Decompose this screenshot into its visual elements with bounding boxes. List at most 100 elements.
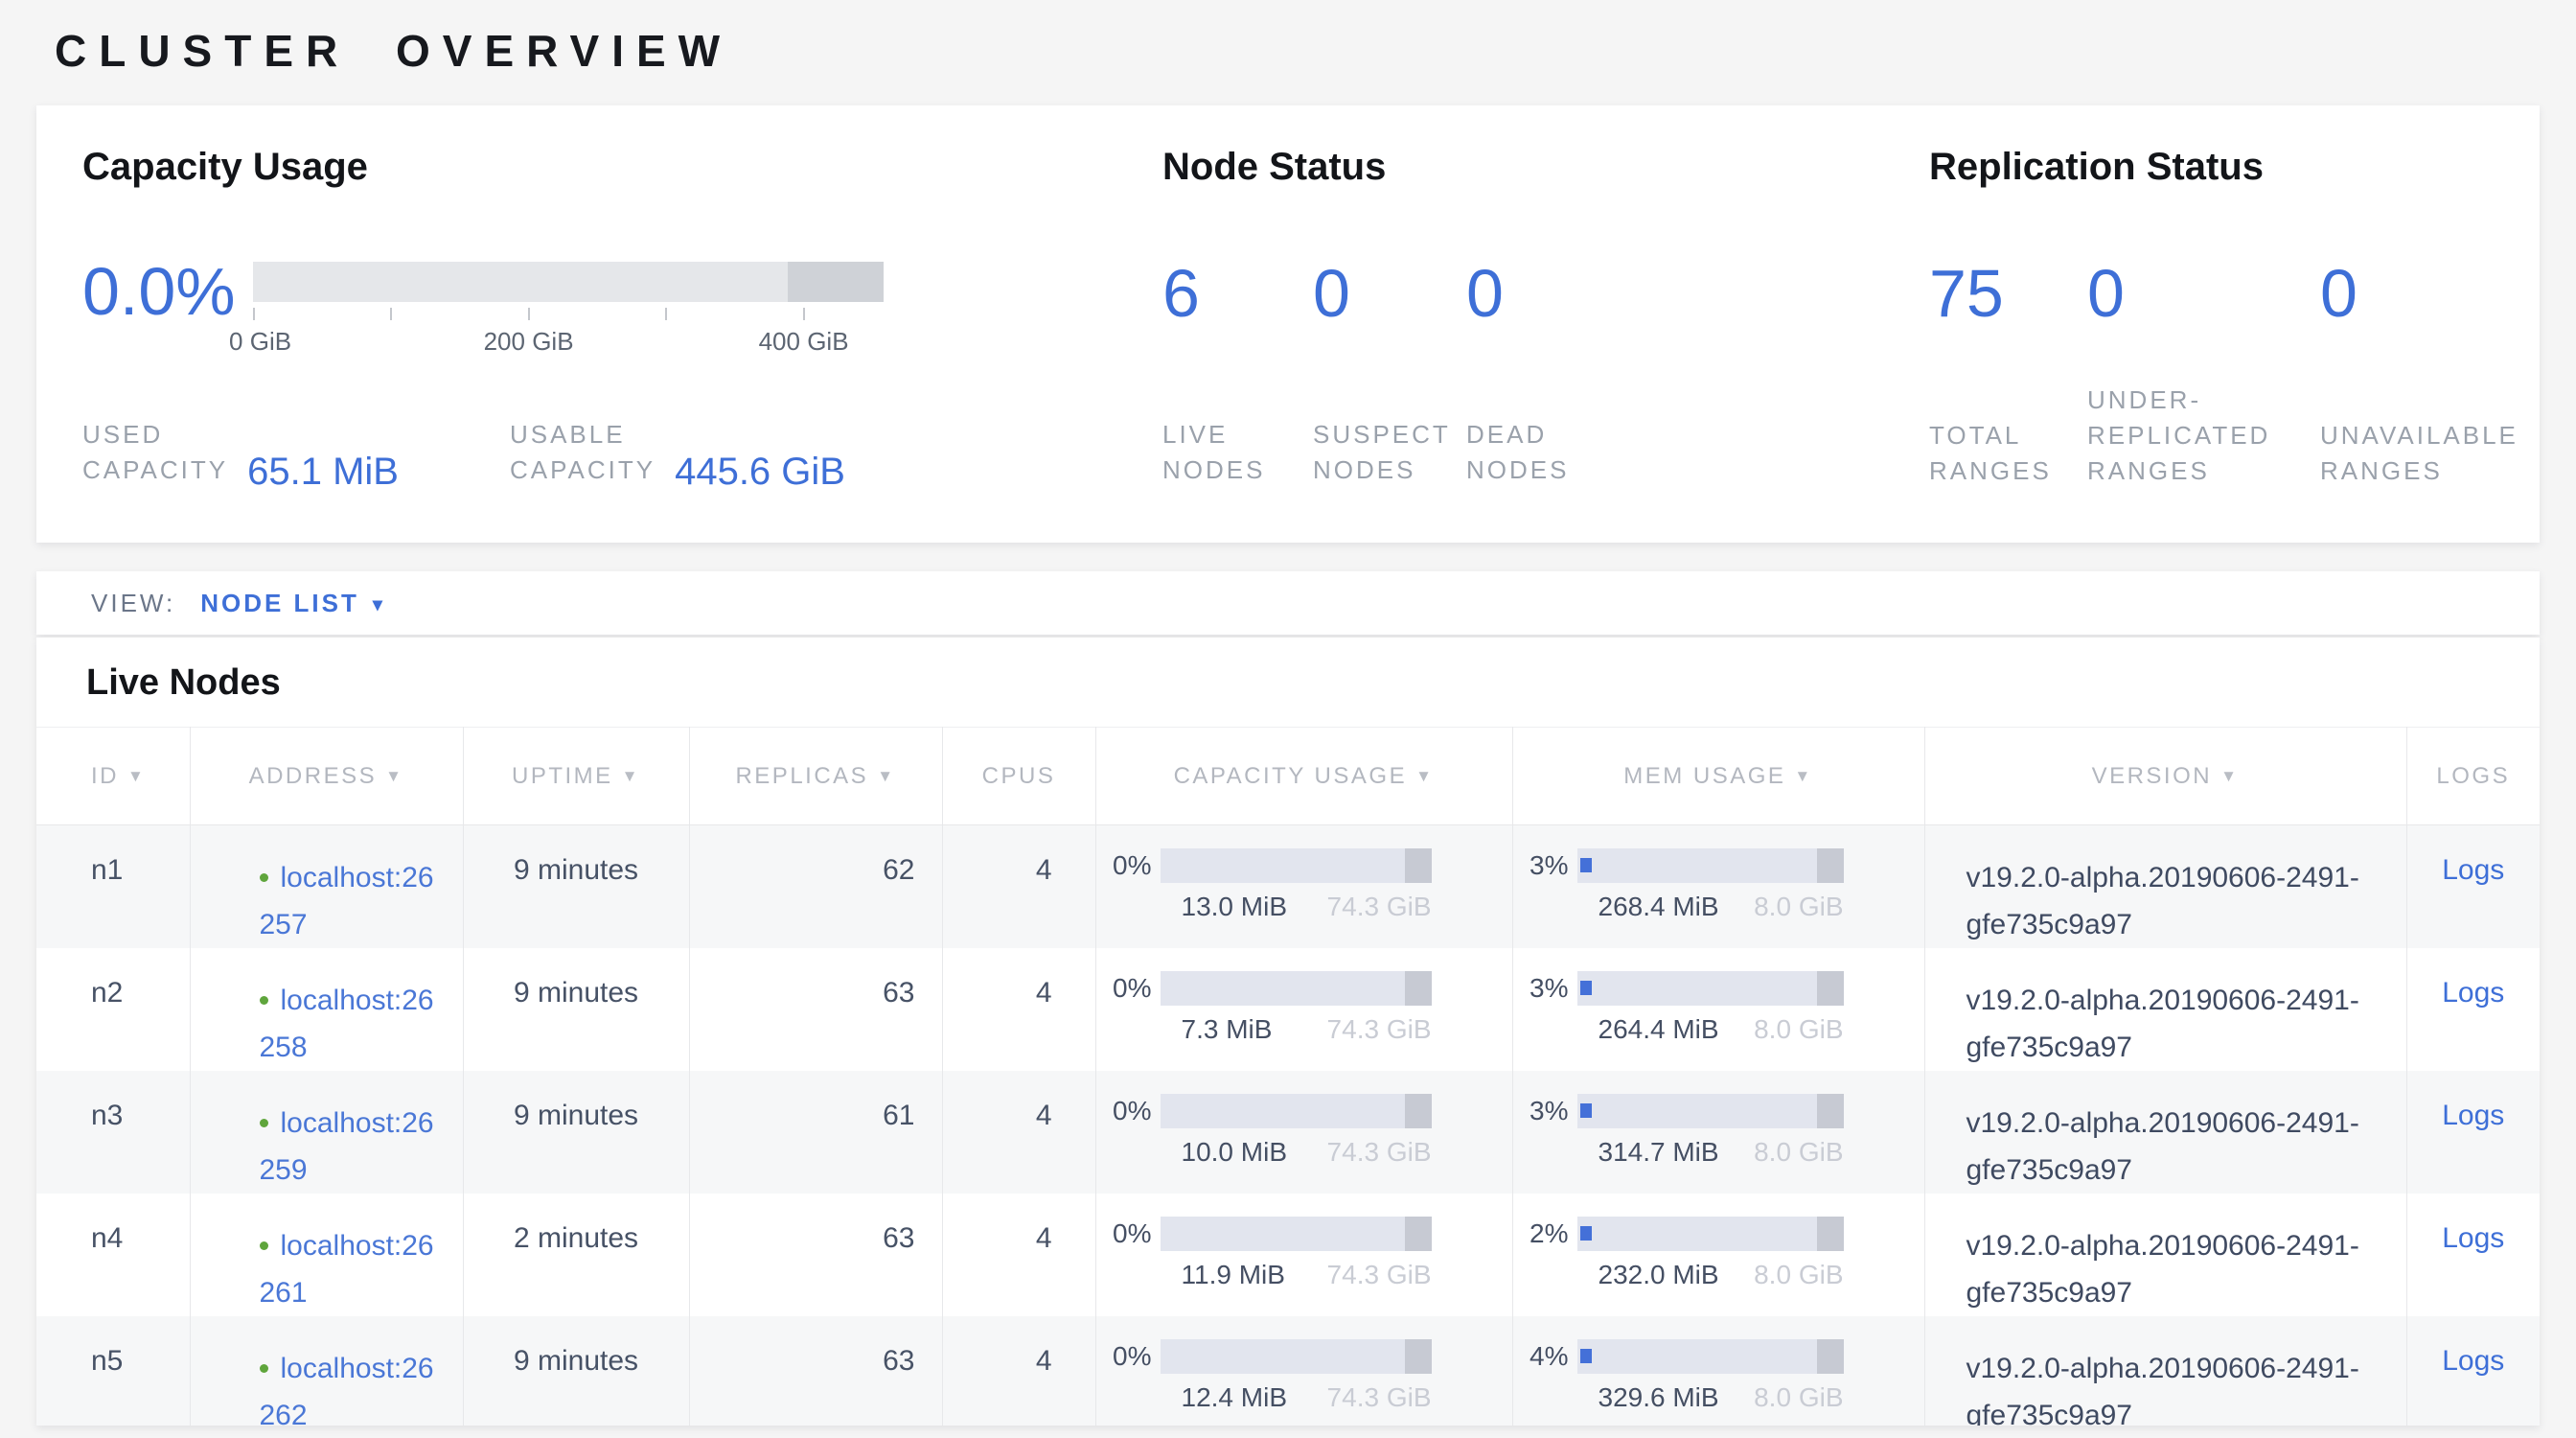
- usable-capacity-label: USABLE CAPACITY: [510, 417, 656, 488]
- node-address-link[interactable]: localhost:26258: [260, 985, 434, 1063]
- table-row: n5 localhost:26262 9 minutes 63 4 0% 12.…: [36, 1316, 2540, 1426]
- mem-usage-bar: [1577, 848, 1844, 883]
- capacity-usage-bar: [1161, 848, 1432, 883]
- node-address-cell: localhost:26258: [190, 948, 463, 1071]
- chevron-down-icon: ▾: [373, 592, 385, 616]
- replicas-cell: 61: [689, 1071, 942, 1194]
- capacity-usage-cell: 0% 13.0 MiB 74.3 GiB: [1095, 825, 1512, 949]
- mem-usage-cell: 4% 329.6 MiB 8.0 GiB: [1512, 1316, 1924, 1426]
- sort-arrow-icon: ▼: [2220, 767, 2239, 785]
- sort-arrow-icon: ▼: [877, 767, 895, 785]
- capacity-usage-cell: 0% 12.4 MiB74.3 GiB: [1095, 1316, 1512, 1426]
- cluster-overview-page: CLUSTER OVERVIEW Capacity Usage 0.0% 0 G…: [0, 25, 2576, 1438]
- node-address-link[interactable]: localhost:26262: [260, 1353, 434, 1426]
- mem-percent: 4%: [1513, 1341, 1569, 1372]
- replication-status-section: Replication Status 75 0 0 TOTALRANGES UN…: [1929, 105, 2533, 543]
- column-header-version[interactable]: VERSION▼: [1924, 728, 2406, 825]
- mem-usage-bar: [1577, 1217, 1844, 1251]
- column-header-address[interactable]: ADDRESS▼: [190, 728, 463, 825]
- mem-total: 8.0 GiB: [1754, 1382, 1843, 1413]
- sort-arrow-icon: ▼: [622, 767, 640, 785]
- version-cell: v19.2.0-alpha.20190606-2491-gfe735c9a97: [1924, 1316, 2406, 1426]
- node-address-cell: localhost:26262: [190, 1316, 463, 1426]
- logs-link[interactable]: Logs: [2442, 1345, 2504, 1377]
- usable-capacity-stat: USABLE CAPACITY 445.6 GiB: [510, 417, 845, 488]
- usable-capacity-value: 445.6 GiB: [675, 452, 845, 491]
- node-address-link[interactable]: localhost:26259: [260, 1107, 434, 1186]
- logs-link[interactable]: Logs: [2442, 977, 2504, 1009]
- column-header-uptime[interactable]: UPTIME▼: [463, 728, 689, 825]
- mem-usage-cell: 2% 232.0 MiB8.0 GiB: [1512, 1194, 1924, 1316]
- capacity-usage-cell: 0% 7.3 MiB74.3 GiB: [1095, 948, 1512, 1071]
- node-live-icon: [260, 996, 268, 1005]
- under-replicated-ranges-count: 0: [2087, 250, 2320, 336]
- column-header-capacity-usage[interactable]: CAPACITY USAGE▼: [1095, 728, 1512, 825]
- logs-link[interactable]: Logs: [2442, 1222, 2504, 1254]
- node-address-cell: localhost:26261: [190, 1194, 463, 1316]
- capacity-bar-used-segment: [788, 262, 884, 302]
- mem-total: 8.0 GiB: [1754, 892, 1843, 922]
- capacity-total: 74.3 GiB: [1327, 892, 1432, 922]
- logs-link[interactable]: Logs: [2442, 1100, 2504, 1131]
- node-address-link[interactable]: localhost:26257: [260, 862, 434, 940]
- capacity-usage-bar: [1161, 971, 1432, 1006]
- table-row: n2 localhost:26258 9 minutes 63 4 0% 7.3…: [36, 948, 2540, 1071]
- version-cell: v19.2.0-alpha.20190606-2491-gfe735c9a97: [1924, 1194, 2406, 1316]
- table-row: n1 localhost:26257 9 minutes 62 4 0% 13.…: [36, 825, 2540, 949]
- view-dropdown-value: NODE LIST: [200, 589, 359, 618]
- version-cell: v19.2.0-alpha.20190606-2491-gfe735c9a97: [1924, 825, 2406, 949]
- column-header-mem-usage[interactable]: MEM USAGE▼: [1512, 728, 1924, 825]
- dead-nodes-label: DEADNODES: [1466, 417, 1569, 488]
- capacity-used: 7.3 MiB: [1161, 1014, 1273, 1045]
- logs-cell: Logs: [2406, 1071, 2540, 1194]
- capacity-bar: [253, 262, 884, 302]
- table-row: n4 localhost:26261 2 minutes 63 4 0% 11.…: [36, 1194, 2540, 1316]
- mem-percent: 3%: [1513, 973, 1569, 1004]
- logs-cell: Logs: [2406, 1194, 2540, 1316]
- node-status-title: Node Status: [1162, 146, 1900, 189]
- capacity-used: 10.0 MiB: [1161, 1137, 1288, 1168]
- capacity-usage-section: Capacity Usage 0.0% 0 GiB 200 GiB 400 Gi…: [82, 105, 1117, 543]
- cpus-cell: 4: [942, 1316, 1095, 1426]
- capacity-percent: 0%: [1096, 850, 1152, 881]
- column-header-id[interactable]: ID▼: [36, 728, 190, 825]
- node-id-cell: n5: [36, 1316, 190, 1426]
- logs-link[interactable]: Logs: [2442, 854, 2504, 886]
- node-address-link[interactable]: localhost:26261: [260, 1230, 434, 1309]
- view-label: VIEW:: [91, 589, 175, 618]
- capacity-percent: 0%: [1096, 1218, 1152, 1249]
- capacity-usage-cell: 0% 10.0 MiB74.3 GiB: [1095, 1071, 1512, 1194]
- mem-usage-bar: [1577, 1094, 1844, 1128]
- node-live-icon: [260, 1119, 268, 1127]
- node-id-cell: n4: [36, 1194, 190, 1316]
- live-nodes-count: 6: [1162, 250, 1313, 336]
- live-nodes-table: ID▼ ADDRESS▼ UPTIME▼ REPLICAS▼ CPUS CAPA…: [36, 727, 2540, 1426]
- logs-cell: Logs: [2406, 948, 2540, 1071]
- axis-tick-label: 400 GiB: [759, 327, 849, 357]
- uptime-cell: 2 minutes: [463, 1194, 689, 1316]
- mem-percent: 2%: [1513, 1218, 1569, 1249]
- mem-used: 329.6 MiB: [1577, 1382, 1719, 1413]
- node-status-section: Node Status 6 0 0 LIVENODES SUSPECTNODES…: [1162, 105, 1900, 543]
- cpus-cell: 4: [942, 1194, 1095, 1316]
- replication-status-title: Replication Status: [1929, 146, 2533, 189]
- capacity-used: 11.9 MiB: [1161, 1260, 1285, 1290]
- capacity-axis: 0 GiB 200 GiB 400 GiB: [253, 308, 884, 361]
- capacity-used: 13.0 MiB: [1161, 892, 1288, 922]
- capacity-used: 12.4 MiB: [1161, 1382, 1288, 1413]
- capacity-total: 74.3 GiB: [1327, 1137, 1432, 1168]
- live-nodes-card: Live Nodes ID▼ ADDRESS▼ UPTIME▼ REPLICAS…: [36, 638, 2540, 1426]
- view-dropdown[interactable]: NODE LIST ▾: [200, 589, 385, 618]
- capacity-usage-bar: [1161, 1339, 1432, 1374]
- node-live-icon: [260, 1364, 268, 1373]
- node-live-icon: [260, 1241, 268, 1250]
- capacity-total: 74.3 GiB: [1327, 1014, 1432, 1045]
- node-live-icon: [260, 873, 268, 882]
- node-address-cell: localhost:26259: [190, 1071, 463, 1194]
- capacity-percent: 0%: [1096, 1341, 1152, 1372]
- used-capacity-value: 65.1 MiB: [247, 452, 399, 491]
- column-header-replicas[interactable]: REPLICAS▼: [689, 728, 942, 825]
- sort-arrow-icon: ▼: [1794, 767, 1812, 785]
- logs-cell: Logs: [2406, 1316, 2540, 1426]
- sort-arrow-icon: ▼: [385, 767, 403, 785]
